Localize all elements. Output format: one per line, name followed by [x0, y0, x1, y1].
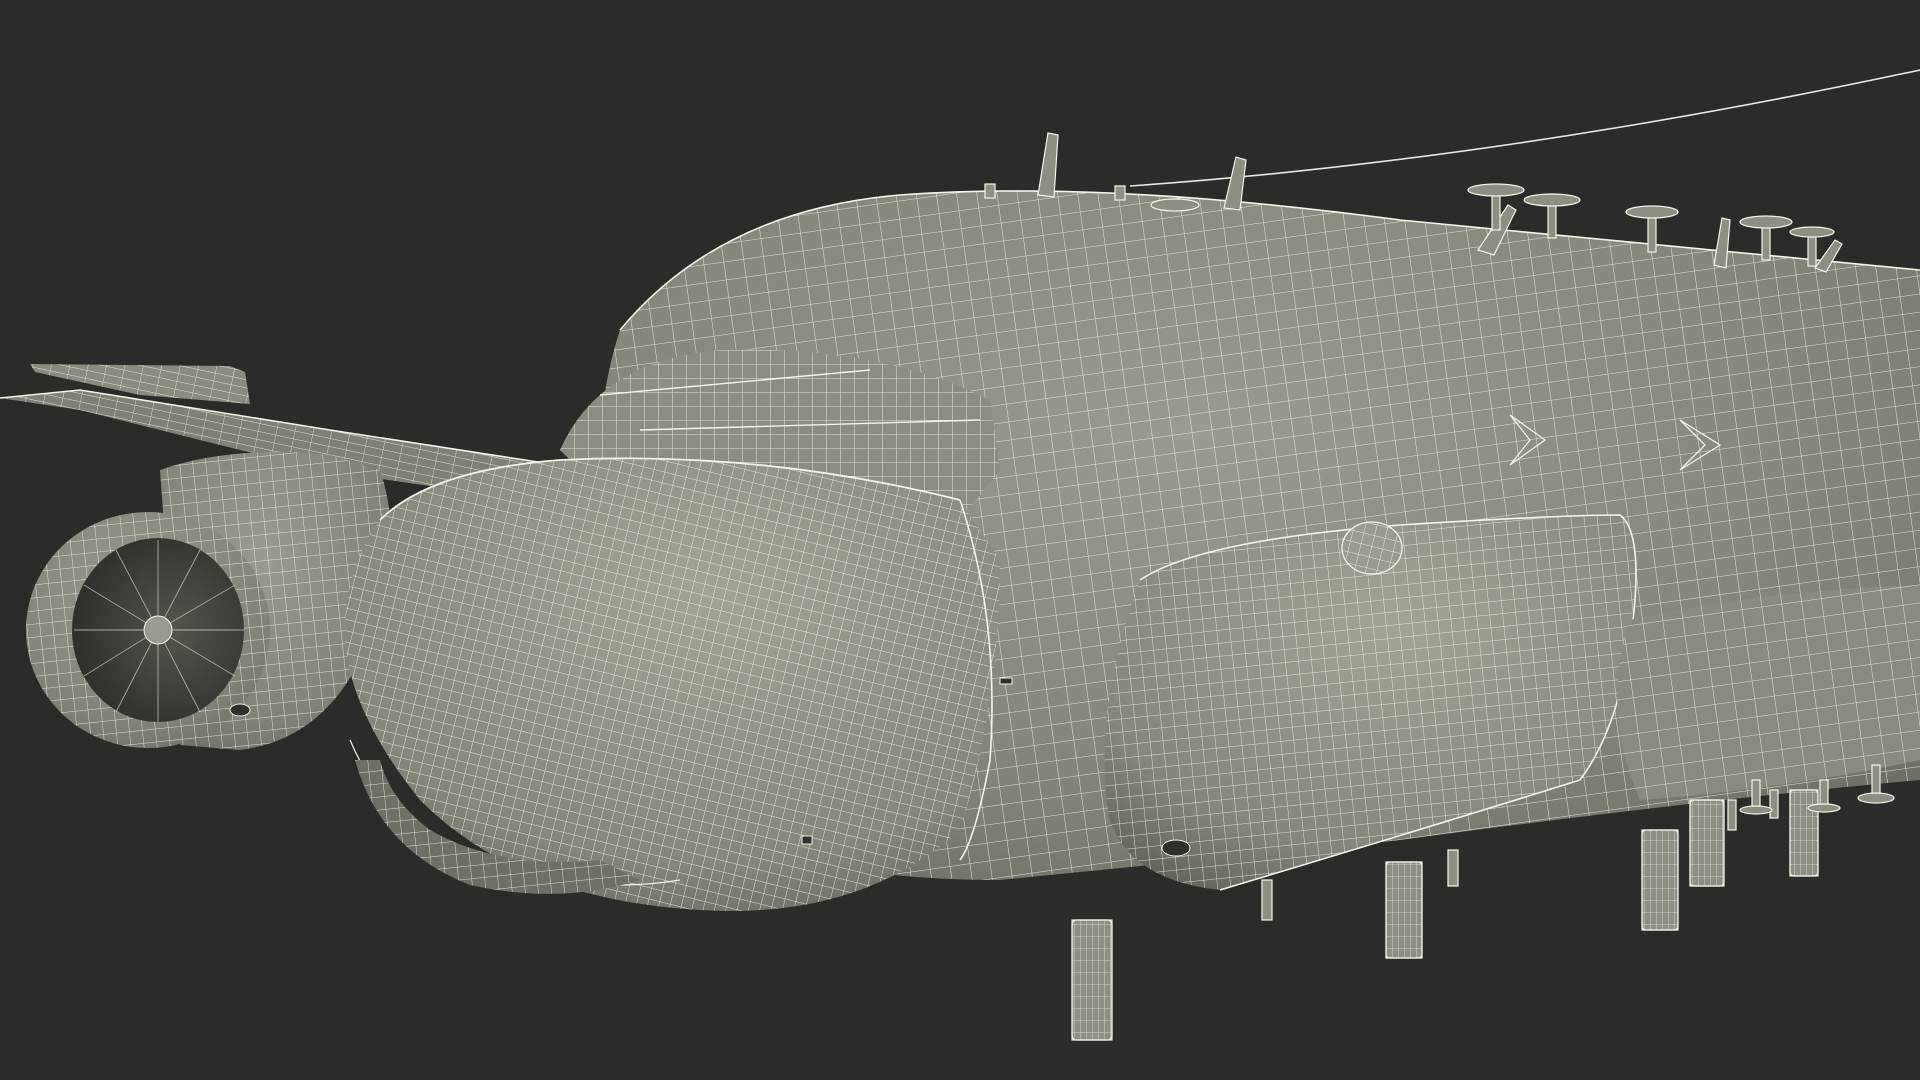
- top-hatch: [1150, 198, 1200, 212]
- stub-antenna-1: [984, 183, 996, 199]
- stub-antenna-2: [1114, 185, 1126, 201]
- engine-spinner: [143, 615, 173, 645]
- wireframe-aircraft-render: [0, 0, 1920, 1080]
